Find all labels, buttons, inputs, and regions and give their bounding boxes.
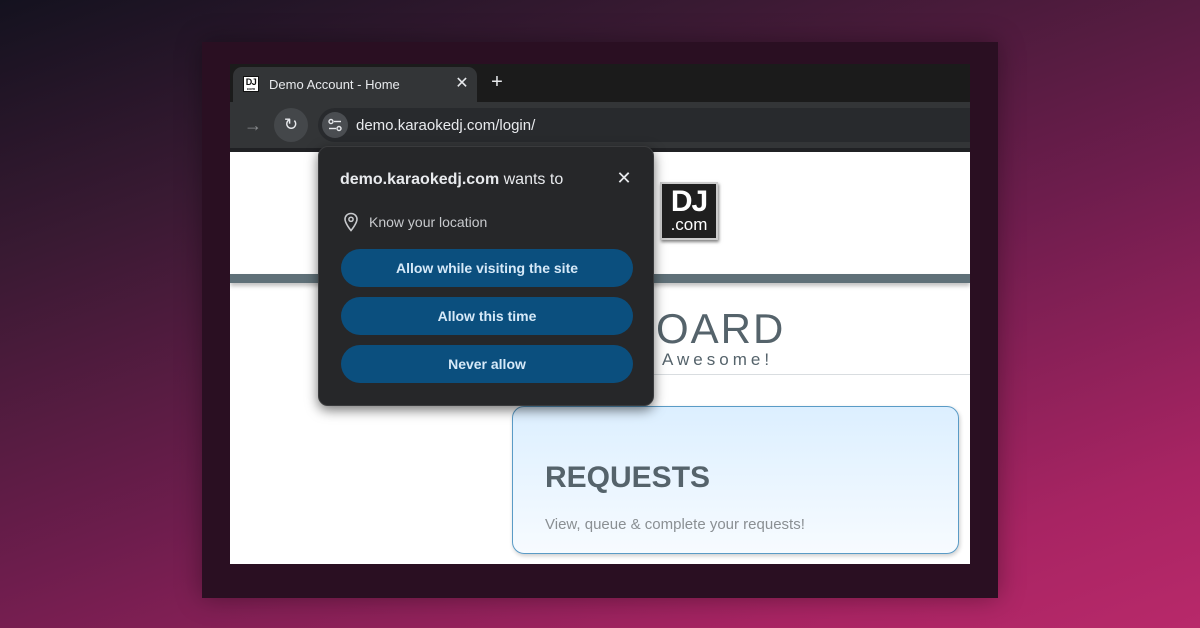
- popup-close-icon[interactable]: ✕: [613, 167, 635, 189]
- allow-while-visiting-button[interactable]: Allow while visiting the site: [341, 249, 633, 287]
- page-tagline: Awesome!: [662, 350, 774, 369]
- tab-close-icon[interactable]: ✕: [453, 75, 471, 93]
- divider: [610, 374, 970, 375]
- forward-icon[interactable]: →: [242, 114, 264, 136]
- requests-title: REQUESTS: [545, 461, 711, 494]
- tab-strip: DJ com Demo Account - Home ✕ +: [230, 64, 970, 102]
- favicon-dj-text: DJ: [245, 77, 257, 87]
- tune-icon: [328, 118, 342, 132]
- allow-this-time-button[interactable]: Allow this time: [341, 297, 633, 335]
- popup-title: demo.karaokedj.com wants to: [340, 171, 563, 189]
- requests-description: View, queue & complete your requests!: [545, 516, 805, 533]
- logo-dj-text: DJ: [670, 185, 708, 218]
- page-title: OARD: [656, 305, 786, 352]
- favicon-icon: DJ com: [243, 76, 259, 92]
- toolbar: → ↻ demo.karaokedj.com/login/: [230, 102, 970, 148]
- dj-logo[interactable]: DJ .com: [660, 182, 718, 240]
- requests-card[interactable]: REQUESTS View, queue & complete your req…: [512, 406, 959, 554]
- new-tab-button[interactable]: +: [486, 71, 508, 93]
- permission-text: Know your location: [369, 214, 488, 230]
- location-permission-popup: demo.karaokedj.com wants to ✕ Know your …: [318, 146, 654, 406]
- address-bar[interactable]: demo.karaokedj.com/login/: [318, 108, 970, 142]
- popup-title-suffix: wants to: [503, 171, 564, 188]
- logo-com-text: .com: [670, 215, 708, 234]
- tab-title: Demo Account - Home: [269, 77, 400, 92]
- never-allow-button[interactable]: Never allow: [341, 345, 633, 383]
- url-text[interactable]: demo.karaokedj.com/login/: [356, 117, 535, 134]
- popup-origin: demo.karaokedj.com: [340, 171, 500, 188]
- reload-button[interactable]: ↻: [274, 108, 308, 142]
- tab-demo-account[interactable]: DJ com Demo Account - Home ✕: [233, 67, 477, 102]
- site-info-icon[interactable]: [322, 112, 348, 138]
- location-pin-icon: [344, 212, 358, 232]
